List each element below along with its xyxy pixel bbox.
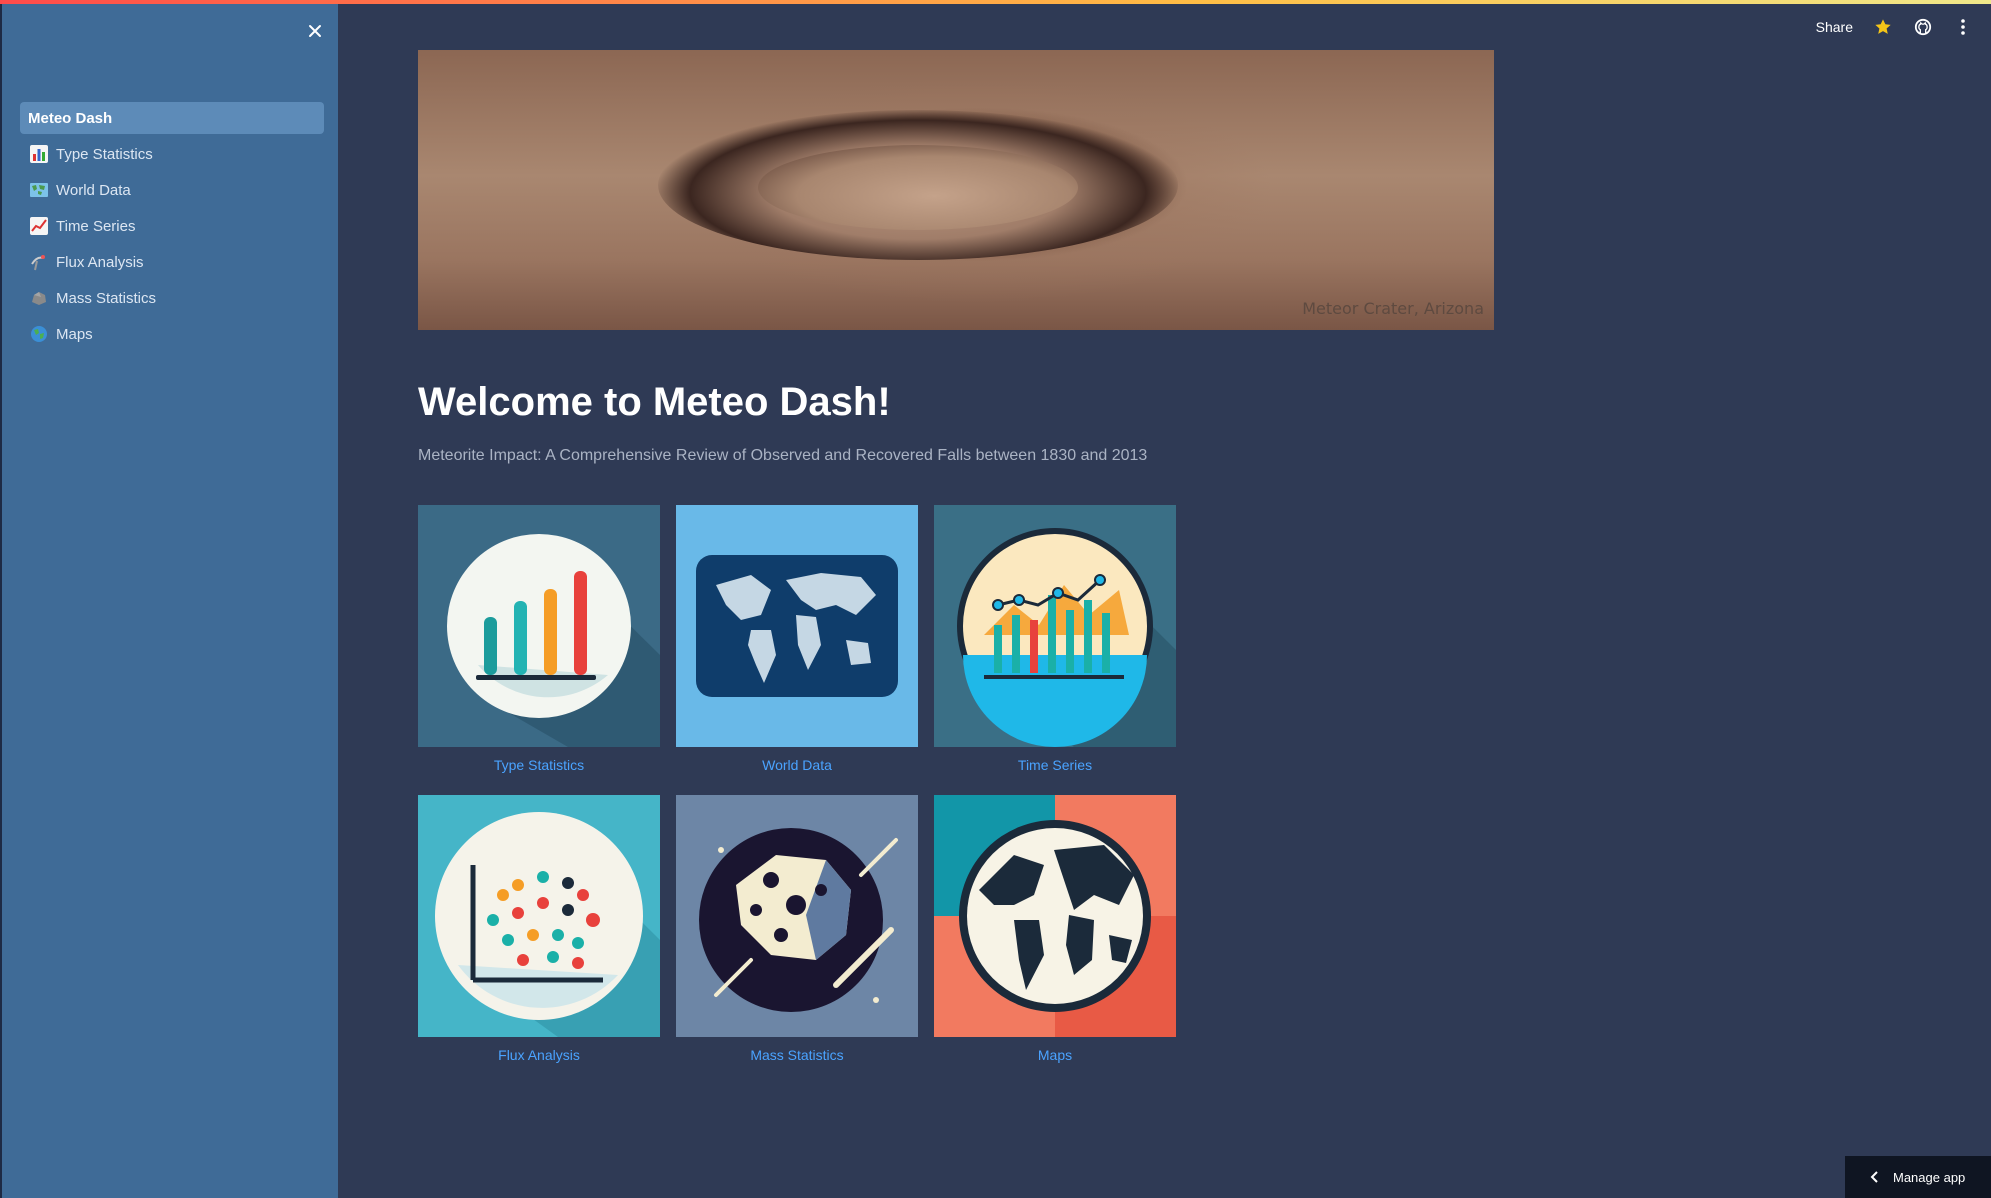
sidebar-item-label: Time Series bbox=[56, 217, 136, 235]
sidebar-item-world-data[interactable]: World Data bbox=[20, 174, 324, 206]
more-menu-icon[interactable] bbox=[1953, 17, 1973, 37]
sidebar-nav: Meteo Dash Type Statistics World Data Ti… bbox=[20, 102, 324, 354]
manage-app-label: Manage app bbox=[1893, 1169, 1966, 1185]
card-label[interactable]: Flux Analysis bbox=[498, 1047, 580, 1063]
chevron-left-icon bbox=[1870, 1171, 1878, 1183]
hero-image: Meteor Crater, Arizona bbox=[418, 50, 1494, 330]
github-icon[interactable] bbox=[1913, 17, 1933, 37]
share-button[interactable]: Share bbox=[1816, 19, 1853, 35]
header-actions: Share bbox=[1816, 14, 1973, 40]
sidebar-item-label: Mass Statistics bbox=[56, 289, 157, 307]
time-series-illustration[interactable] bbox=[934, 505, 1176, 747]
rock-icon bbox=[28, 287, 50, 309]
page-title: Welcome to Meteo Dash! bbox=[418, 380, 891, 424]
satellite-antenna-icon bbox=[28, 251, 50, 273]
card-flux-analysis[interactable]: Flux Analysis bbox=[418, 795, 660, 1063]
card-label[interactable]: World Data bbox=[762, 757, 832, 773]
sidebar-item-type-statistics[interactable]: Type Statistics bbox=[20, 138, 324, 170]
sidebar-item-label: Meteo Dash bbox=[28, 109, 113, 127]
card-label[interactable]: Time Series bbox=[1018, 757, 1092, 773]
sidebar-item-flux-analysis[interactable]: Flux Analysis bbox=[20, 246, 324, 278]
card-label[interactable]: Mass Statistics bbox=[750, 1047, 843, 1063]
meteorite-illustration[interactable] bbox=[676, 795, 918, 1037]
hero-caption: Meteor Crater, Arizona bbox=[1302, 299, 1484, 318]
main-content: Meteor Crater, Arizona Welcome to Meteo … bbox=[418, 50, 1494, 1063]
close-sidebar-button[interactable] bbox=[302, 18, 328, 44]
card-type-statistics[interactable]: Type Statistics bbox=[418, 505, 660, 773]
trend-chart-icon bbox=[28, 215, 50, 237]
sidebar-item-mass-statistics[interactable]: Mass Statistics bbox=[20, 282, 324, 314]
map-icon bbox=[28, 179, 50, 201]
star-icon[interactable] bbox=[1873, 17, 1893, 37]
globe-illustration[interactable] bbox=[934, 795, 1176, 1037]
scatter-plot-illustration[interactable] bbox=[418, 795, 660, 1037]
sidebar-item-maps[interactable]: Maps bbox=[20, 318, 324, 350]
world-map-illustration[interactable] bbox=[676, 505, 918, 747]
card-time-series[interactable]: Time Series bbox=[934, 505, 1176, 773]
card-mass-statistics[interactable]: Mass Statistics bbox=[676, 795, 918, 1063]
sidebar-item-time-series[interactable]: Time Series bbox=[20, 210, 324, 242]
bar-chart-illustration[interactable] bbox=[418, 505, 660, 747]
sidebar-item-label: Type Statistics bbox=[56, 145, 153, 163]
bar-chart-icon bbox=[28, 143, 50, 165]
close-icon bbox=[309, 25, 321, 37]
manage-app-button[interactable]: Manage app bbox=[1845, 1156, 1991, 1198]
card-label[interactable]: Type Statistics bbox=[494, 757, 584, 773]
card-maps[interactable]: Maps bbox=[934, 795, 1176, 1063]
sidebar-item-label: Maps bbox=[56, 325, 93, 343]
card-label[interactable]: Maps bbox=[1038, 1047, 1072, 1063]
crater-floor bbox=[758, 145, 1078, 230]
sidebar-item-label: World Data bbox=[56, 181, 131, 199]
sidebar: Meteo Dash Type Statistics World Data Ti… bbox=[0, 0, 338, 1198]
feature-grid: Type Statistics World Data Time Series F… bbox=[418, 505, 1178, 1063]
globe-icon bbox=[28, 323, 50, 345]
sidebar-item-label: Flux Analysis bbox=[56, 253, 144, 271]
page-subtitle: Meteorite Impact: A Comprehensive Review… bbox=[418, 447, 1148, 464]
card-world-data[interactable]: World Data bbox=[676, 505, 918, 773]
sidebar-item-meteo-dash[interactable]: Meteo Dash bbox=[20, 102, 324, 134]
top-accent-bar bbox=[0, 0, 1991, 4]
